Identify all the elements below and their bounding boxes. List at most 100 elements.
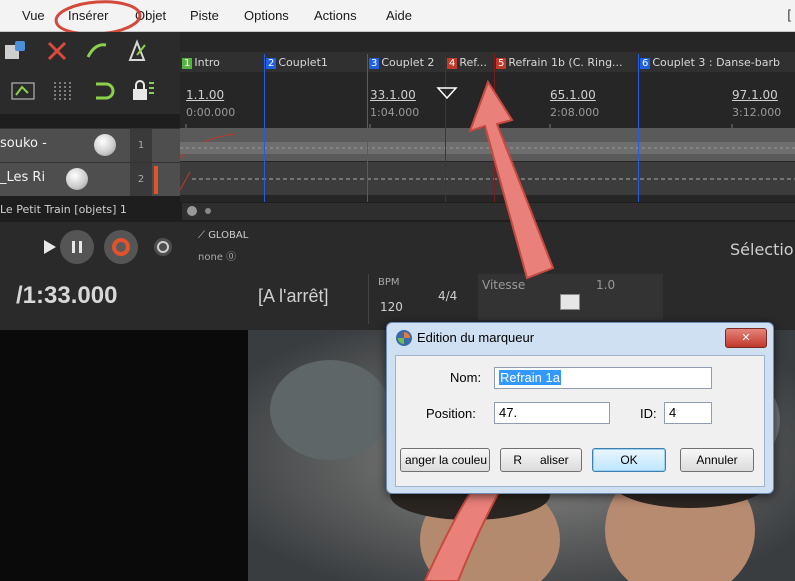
marker-6[interactable]: 6 Couplet 3 : Danse-barb <box>640 56 780 69</box>
playhead-triangle-icon[interactable] <box>436 86 458 100</box>
track-header-1[interactable]: souko - 1 <box>0 128 180 162</box>
menu-bar: Vue Insérer Objet Piste Options Actions … <box>0 0 795 36</box>
marker-id: 5 <box>496 58 507 69</box>
record-icon[interactable] <box>104 230 138 264</box>
ruler-time-label: 1:04.000 <box>370 106 420 119</box>
play-state: [A l'arrêt] <box>258 286 329 306</box>
ruler-bar-label: 97.1.00 <box>732 88 778 102</box>
marker-line <box>367 54 368 202</box>
metronome-icon[interactable] <box>122 36 152 66</box>
playrate-value: 1.0 <box>596 278 616 292</box>
menu-vue[interactable]: Vue <box>22 8 45 23</box>
track-name[interactable]: _Les Ri <box>0 170 45 185</box>
ruler-bar-label: 33.1.00 <box>370 88 416 102</box>
dropdown-icon[interactable]: ⓪ <box>226 252 236 263</box>
marker-name: Intro <box>194 56 220 69</box>
grid-icon[interactable] <box>48 76 78 106</box>
reaper-logo-icon <box>396 330 412 346</box>
new-project-icon[interactable] <box>0 36 30 66</box>
ruler-time-label: 2:08.000 <box>550 106 600 119</box>
track-number: 2 <box>130 163 152 196</box>
reset-button-label-tail: aliser <box>539 453 569 467</box>
marker-line <box>264 54 265 202</box>
marker-id: 4 <box>447 58 458 69</box>
track-header-2[interactable]: _Les Ri 2 <box>0 162 180 196</box>
id-field[interactable]: 4 <box>664 402 712 424</box>
marker-id: 6 <box>640 58 651 69</box>
volume-knob-icon[interactable] <box>94 134 116 156</box>
marker-3[interactable]: 3 Couplet 2 <box>369 56 434 69</box>
automation-icon: ⟋ <box>198 230 205 241</box>
close-icon[interactable]: ✕ <box>725 328 767 348</box>
marker-1[interactable]: 1 Intro <box>182 56 220 69</box>
marker-line <box>445 54 446 202</box>
track-lane-2[interactable] <box>180 162 795 195</box>
marker-edit-dialog[interactable]: Edition du marqueur ✕ Nom: Refrain 1a Po… <box>386 322 774 494</box>
playrate-slider-handle[interactable] <box>560 294 580 310</box>
ruler-time-label: 0:00.000 <box>186 106 236 119</box>
transport-bar: ⟋ GLOBAL none ⓪ Sélectio /1:33.000 [A l'… <box>0 222 795 330</box>
menu-actions[interactable]: Actions <box>314 8 357 23</box>
marker-name: Ref... <box>459 56 487 69</box>
name-field[interactable]: Refrain 1a <box>494 367 712 389</box>
cut-icon[interactable] <box>42 36 72 66</box>
position-display[interactable]: /1:33.000 <box>16 282 117 310</box>
menu-piste[interactable]: Piste <box>190 8 219 23</box>
reset-button[interactable]: Raliser <box>500 448 582 472</box>
record-arm-indicator <box>154 166 158 194</box>
pause-icon[interactable] <box>60 230 94 264</box>
marker-name: Couplet 3 : Danse-barb <box>652 56 780 69</box>
position-field[interactable]: 47. <box>494 402 610 424</box>
reset-button-label: R <box>513 453 522 467</box>
dialog-body: Nom: Refrain 1a Position: 47. ID: 4 ange… <box>395 355 765 487</box>
ruler-bar-label: 1.1.00 <box>186 88 225 102</box>
time-signature[interactable]: 4/4 <box>438 289 457 303</box>
repeat-icon[interactable] <box>148 232 178 262</box>
grid-snap-icon[interactable] <box>8 76 38 106</box>
marker-4[interactable]: 4 Ref... <box>447 56 487 69</box>
automation-mode[interactable]: none ⓪ <box>198 248 236 263</box>
item-label: Le Petit Train [objets] 1 <box>0 203 127 216</box>
id-label: ID: <box>640 406 657 421</box>
position-label: Position: <box>426 406 476 421</box>
marker-name: Refrain 1b (C. Ring... <box>508 56 623 69</box>
playrate-panel: Vitesse 1.0 <box>478 274 663 320</box>
menu-aide[interactable]: Aide <box>386 8 412 23</box>
ruler-bar-label: 65.1.00 <box>550 88 596 102</box>
track-number: 1 <box>130 129 152 162</box>
marker-2[interactable]: 2 Couplet1 <box>266 56 328 69</box>
playrate-label: Vitesse <box>482 278 526 292</box>
marker-line <box>494 54 495 202</box>
menu-options[interactable]: Options <box>244 8 289 23</box>
envelope-icon[interactable] <box>82 36 112 66</box>
ok-button[interactable]: OK <box>592 448 666 472</box>
loop-icon[interactable] <box>88 76 118 106</box>
bpm-value[interactable]: 120 <box>380 300 403 314</box>
arrange-timeline[interactable]: 1 Intro 2 Couplet1 3 Couplet 2 4 Ref... 5 Ref… <box>180 32 795 202</box>
volume-knob-icon[interactable] <box>66 168 88 190</box>
selection-label: Sélectio <box>730 240 794 259</box>
name-field-value: Refrain 1a <box>499 370 561 385</box>
menu-bracket: [ <box>787 7 791 22</box>
track-name[interactable]: souko - <box>0 136 47 151</box>
marker-id: 2 <box>266 58 277 69</box>
global-text: GLOBAL <box>208 230 249 241</box>
marker-line <box>638 54 639 202</box>
marker-name: Couplet1 <box>278 56 328 69</box>
name-label: Nom: <box>450 370 482 385</box>
global-label: ⟋ GLOBAL <box>198 230 248 241</box>
track-lane-1[interactable] <box>180 128 795 161</box>
marker-name: Couplet 2 <box>381 56 435 69</box>
marker-id: 1 <box>182 58 193 69</box>
horizontal-scrollbar[interactable] <box>182 203 795 220</box>
dialog-title: Edition du marqueur <box>417 330 535 345</box>
cancel-button[interactable]: Annuler <box>680 448 754 472</box>
change-color-button[interactable]: anger la couleu <box>400 448 490 472</box>
bpm-label: BPM <box>378 277 400 288</box>
ruler-time-label: 3:12.000 <box>732 106 782 119</box>
main-toolbar <box>0 32 180 114</box>
automation-mode-value: none <box>198 252 223 263</box>
marker-5[interactable]: 5 Refrain 1b (C. Ring... <box>496 56 623 69</box>
lock-icon[interactable] <box>128 76 158 106</box>
divider <box>368 274 369 324</box>
